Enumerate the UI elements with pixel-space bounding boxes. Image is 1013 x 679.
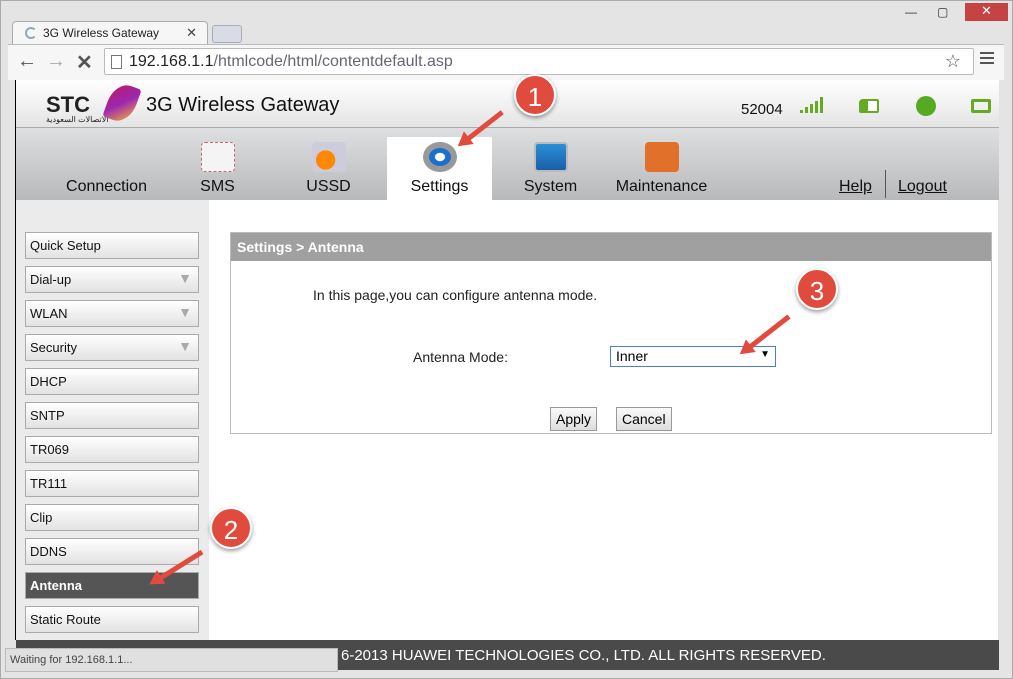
nav-sms[interactable]: SMS bbox=[165, 137, 270, 200]
sidebar-item[interactable]: Quick Setup bbox=[25, 232, 199, 259]
loading-icon bbox=[25, 27, 37, 39]
sidebar-item[interactable]: DHCP bbox=[25, 368, 199, 395]
sidebar-item[interactable]: Dial-up ▼ bbox=[25, 266, 199, 293]
sidebar-item-label: TR069 bbox=[30, 442, 70, 457]
sidebar-item-label: TR111 bbox=[30, 476, 68, 491]
forward-icon[interactable]: → bbox=[46, 50, 66, 73]
sidebar-item-label: DDNS bbox=[30, 544, 67, 559]
window-close-button[interactable]: ✕ bbox=[965, 3, 1008, 21]
nav-settings[interactable]: Settings bbox=[387, 137, 492, 200]
dropdown-arrow-icon: ▼ bbox=[760, 349, 770, 360]
minimize-maximize-buttons[interactable]: — ▢ bbox=[905, 5, 948, 19]
stc-logo: STC الاتصالات السعودية bbox=[46, 80, 142, 126]
nav-system[interactable]: System bbox=[498, 137, 603, 200]
nav-ussd[interactable]: USSD bbox=[276, 137, 381, 200]
address-bar[interactable]: 192.168.1.1/htmlcode/html/contentdefault… bbox=[104, 48, 974, 75]
gateway-title: 3G Wireless Gateway bbox=[146, 94, 340, 116]
envelope-icon bbox=[200, 142, 235, 172]
logout-link[interactable]: Logout bbox=[898, 178, 947, 196]
sidebar-item-label: DHCP bbox=[30, 374, 67, 389]
bookmark-star-icon[interactable]: ☆ bbox=[945, 51, 961, 72]
sidebar-item[interactable]: Static Route bbox=[25, 606, 199, 633]
sidebar-item[interactable]: TR069 bbox=[25, 436, 199, 463]
sidebar: Quick Setup Dial-up ▼ WLAN ▼ Security ▼ DHCP SNT… bbox=[16, 200, 209, 640]
sidebar-item-label: SNTP bbox=[30, 408, 65, 423]
sidebar-item-label: Security bbox=[30, 340, 77, 355]
chevron-down-icon: ▼ bbox=[178, 270, 192, 286]
intro-text: In this page,you can configure antenna m… bbox=[313, 287, 598, 303]
annotation-badge-2: 2 bbox=[210, 507, 252, 549]
internet-globe-icon bbox=[916, 96, 936, 116]
chevron-down-icon: ▼ bbox=[178, 338, 192, 354]
toolbox-icon bbox=[644, 142, 679, 172]
sidebar-item[interactable]: SNTP bbox=[25, 402, 199, 429]
sidebar-item[interactable]: Security ▼ bbox=[25, 334, 199, 361]
gear-icon bbox=[422, 142, 457, 172]
sidebar-item-label: WLAN bbox=[30, 306, 68, 321]
sidebar-item[interactable]: TR111 bbox=[25, 470, 199, 497]
antenna-mode-label: Antenna Mode: bbox=[413, 349, 508, 365]
cancel-button[interactable]: Cancel bbox=[616, 407, 672, 431]
apply-button[interactable]: Apply bbox=[550, 407, 598, 431]
chevron-down-icon: ▼ bbox=[178, 304, 192, 320]
page-icon bbox=[111, 55, 122, 69]
tab-close-icon[interactable]: ✕ bbox=[186, 25, 197, 41]
sidebar-item[interactable]: DDNS bbox=[25, 538, 199, 565]
sidebar-item-label: Antenna bbox=[30, 578, 82, 593]
ussd-icon bbox=[311, 142, 346, 172]
browser-tab[interactable]: 3G Wireless Gateway ✕ bbox=[12, 21, 208, 45]
sidebar-item-label: Quick Setup bbox=[30, 238, 101, 253]
sim-card-icon bbox=[859, 99, 879, 113]
sidebar-item-label: Clip bbox=[30, 510, 53, 525]
page: STC الاتصالات السعودية 3G Wireless Gatewa… bbox=[15, 80, 999, 670]
nav-maintenance[interactable]: Maintenance bbox=[609, 137, 714, 200]
annotation-badge-1: 1 bbox=[514, 74, 556, 116]
connection-icon bbox=[90, 142, 124, 172]
network-code: 52004 bbox=[741, 101, 783, 118]
wifi-device-icon bbox=[971, 99, 991, 113]
tab-title: 3G Wireless Gateway bbox=[43, 26, 160, 40]
menu-icon[interactable] bbox=[980, 52, 994, 67]
url-host: 192.168.1.1 bbox=[129, 53, 214, 70]
breadcrumb: Settings > Antenna bbox=[231, 233, 991, 261]
help-link[interactable]: Help bbox=[839, 178, 872, 196]
divider bbox=[885, 170, 886, 198]
stop-icon[interactable]: ✕ bbox=[76, 50, 93, 75]
nav-connection[interactable]: Connection bbox=[54, 137, 159, 200]
sidebar-item[interactable]: WLAN ▼ bbox=[25, 300, 199, 327]
new-tab-button[interactable] bbox=[212, 25, 242, 43]
sidebar-item[interactable]: Antenna bbox=[25, 572, 199, 599]
signal-strength-icon bbox=[800, 97, 824, 113]
url-path: /htmlcode/html/contentdefault.asp bbox=[213, 53, 453, 70]
back-icon[interactable]: ← bbox=[17, 50, 37, 73]
monitor-icon bbox=[533, 142, 568, 172]
header: STC الاتصالات السعودية 3G Wireless Gatewa… bbox=[16, 80, 999, 128]
annotation-badge-3: 3 bbox=[796, 268, 838, 310]
sidebar-item[interactable]: Clip bbox=[25, 504, 199, 531]
status-bar: Waiting for 192.168.1.1... bbox=[5, 648, 338, 672]
sidebar-item-label: Static Route bbox=[30, 612, 101, 627]
antenna-panel: Settings > Antenna In this page,you can … bbox=[230, 232, 992, 434]
sidebar-item-label: Dial-up bbox=[30, 272, 72, 287]
